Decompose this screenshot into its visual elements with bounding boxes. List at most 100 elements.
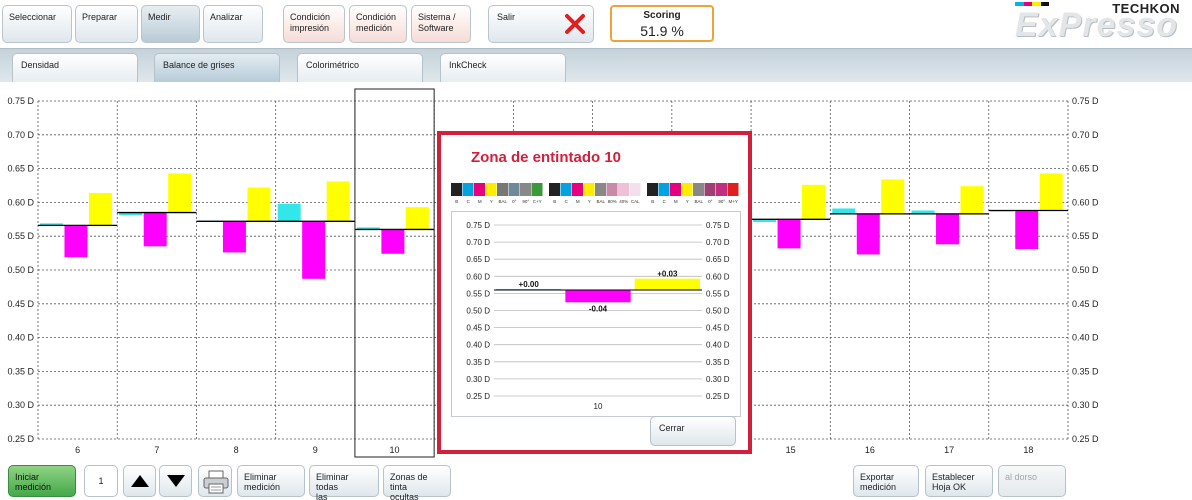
color-patch — [716, 183, 727, 196]
popup-bar-label-1: -0.04 — [589, 304, 608, 313]
bar-zone-8-s2 — [247, 187, 271, 222]
condicion-medicion-button[interactable]: Condición medición — [349, 5, 407, 43]
condicion-impresion-label-2: impresión — [290, 23, 330, 33]
popup-y-tick-left: 0.75 D — [466, 221, 490, 230]
printer-icon — [203, 470, 229, 494]
patch-label: BAL — [498, 199, 507, 204]
tab-inkcheck[interactable]: InkCheck — [440, 53, 566, 82]
medir-button[interactable]: Medir — [141, 5, 200, 43]
color-patch — [474, 183, 485, 196]
cerrar-button[interactable]: Cerrar — [650, 416, 736, 446]
exportar-label-1: Exportar — [860, 472, 895, 482]
popup-y-tick-right: 0.45 D — [706, 324, 730, 333]
popup-chart: 0.25 D 0.25 D 0.30 D 0.30 D 0.35 D 0.35 D 0.40… — [451, 211, 741, 417]
sistema-software-button[interactable]: Sistema / Software — [411, 5, 471, 43]
color-patch — [595, 183, 606, 196]
bar-zone-9-s2 — [326, 181, 350, 222]
y-tick-right: 0.45 D — [1072, 299, 1099, 309]
scoring-label: Scoring — [643, 10, 681, 21]
popup-y-tick-left: 0.40 D — [466, 341, 490, 350]
page-up-button[interactable] — [123, 465, 156, 497]
salir-button[interactable]: Salir — [488, 5, 594, 43]
iniciar-label-1: Iniciar — [15, 472, 40, 482]
color-patch — [549, 183, 560, 196]
color-patch — [485, 183, 497, 196]
color-patch — [629, 183, 641, 196]
patch-label: M — [576, 199, 580, 204]
seleccionar-button[interactable]: Seleccionar — [2, 5, 72, 43]
page-down-button[interactable] — [159, 465, 192, 497]
tab-balance-de-grises[interactable]: Balance de grises — [154, 53, 280, 82]
patch-label: C+Y — [533, 199, 542, 204]
color-patch — [670, 183, 681, 196]
bar-zone-10-s1 — [381, 229, 405, 254]
triangle-down-icon — [167, 475, 185, 487]
y-tick-left: 0.50 D — [7, 265, 34, 275]
popup-y-tick-left: 0.30 D — [466, 375, 490, 384]
eliminar-label-2: medición — [244, 482, 281, 492]
popup-y-tick-right: 0.25 D — [706, 392, 730, 401]
color-patch — [462, 183, 474, 196]
y-tick-left: 0.35 D — [7, 366, 34, 376]
condicion-impresion-button[interactable]: Condición impresión — [283, 5, 345, 43]
color-patch — [681, 183, 693, 196]
bottom-toolbar: Iniciar medición 1 Eliminar medición Eli… — [0, 462, 1192, 500]
iniciar-medicion-button[interactable]: Iniciar medición — [8, 465, 76, 497]
sub-tab-bar: Densidad Balance de grises Colorimétrico… — [0, 48, 1192, 82]
preparar-button[interactable]: Preparar — [75, 5, 138, 43]
y-tick-right: 0.35 D — [1072, 366, 1099, 376]
color-patch — [451, 183, 462, 196]
popup-y-tick-left: 0.55 D — [466, 289, 490, 298]
x-tick-label: 17 — [944, 445, 954, 455]
color-bar-strip: B C M Y BAL 0° 90° C+Y B C M Y BAL 80% 40% CAL B C M Y BAL 0°… — [451, 183, 739, 204]
popup-y-tick-left: 0.25 D — [466, 392, 490, 401]
popup-bar-2 — [634, 278, 700, 290]
page-number-field[interactable]: 1 — [84, 465, 118, 497]
patch-label: B — [651, 199, 654, 204]
eliminar-medicion-button[interactable]: Eliminar medición — [237, 465, 305, 497]
popup-y-tick-right: 0.50 D — [706, 307, 730, 316]
patch-label: 0° — [512, 199, 517, 204]
tab-colorimetrico[interactable]: Colorimétrico — [297, 53, 423, 82]
zonas-ocultas-button[interactable]: Zonas de tinta ocultas — [383, 465, 451, 500]
x-tick-label: 16 — [865, 445, 875, 455]
x-tick-label: 10 — [390, 445, 400, 455]
eliminar-todas-button[interactable]: Eliminar todas las mediciones — [309, 465, 379, 500]
color-patch — [727, 183, 739, 196]
al-dorso-label: al dorso — [1005, 472, 1038, 482]
patch-label: 90° — [718, 199, 725, 204]
patch-label: M — [478, 199, 482, 204]
tab-inkcheck-label: InkCheck — [449, 60, 487, 70]
y-tick-left: 0.75 D — [7, 96, 34, 106]
popup-y-tick-right: 0.75 D — [706, 221, 730, 230]
zone-popup: Zona de entintado 10 B C M Y BAL 0° 90° C+Y B C M Y… — [437, 131, 752, 454]
exportar-medicion-button[interactable]: Exportar medición — [853, 465, 919, 497]
color-patch — [520, 183, 531, 196]
triangle-up-icon — [131, 475, 149, 487]
patch-label: B — [455, 199, 458, 204]
condicion-medicion-label-2: medición — [356, 23, 393, 33]
y-tick-right: 0.65 D — [1072, 164, 1099, 174]
bar-zone-18-s1 — [1015, 210, 1039, 250]
scoring-value: 51.9 % — [640, 23, 684, 39]
patch-label: CAL — [631, 199, 640, 204]
establecer-hoja-ok-button[interactable]: Establecer Hoja OK — [925, 465, 993, 497]
tab-densidad[interactable]: Densidad — [12, 53, 138, 82]
color-patch — [560, 183, 572, 196]
analizar-button[interactable]: Analizar — [203, 5, 263, 43]
zonas-label-2: ocultas — [390, 492, 419, 500]
y-tick-right: 0.25 D — [1072, 434, 1099, 444]
patch-label: Y — [686, 199, 689, 204]
color-patch — [531, 183, 543, 196]
print-button[interactable] — [198, 465, 232, 497]
patch-label: M+Y — [729, 199, 738, 204]
preparar-label: Preparar — [82, 12, 118, 22]
bar-zone-15-s1 — [777, 219, 801, 249]
seleccionar-label: Seleccionar — [9, 12, 57, 22]
bar-zone-10-s2 — [405, 207, 429, 230]
y-tick-right: 0.55 D — [1072, 231, 1099, 241]
x-tick-label: 18 — [1023, 445, 1033, 455]
y-tick-left: 0.40 D — [7, 333, 34, 343]
y-tick-left: 0.70 D — [7, 130, 34, 140]
logo-brand: TECHKON — [1112, 1, 1180, 16]
